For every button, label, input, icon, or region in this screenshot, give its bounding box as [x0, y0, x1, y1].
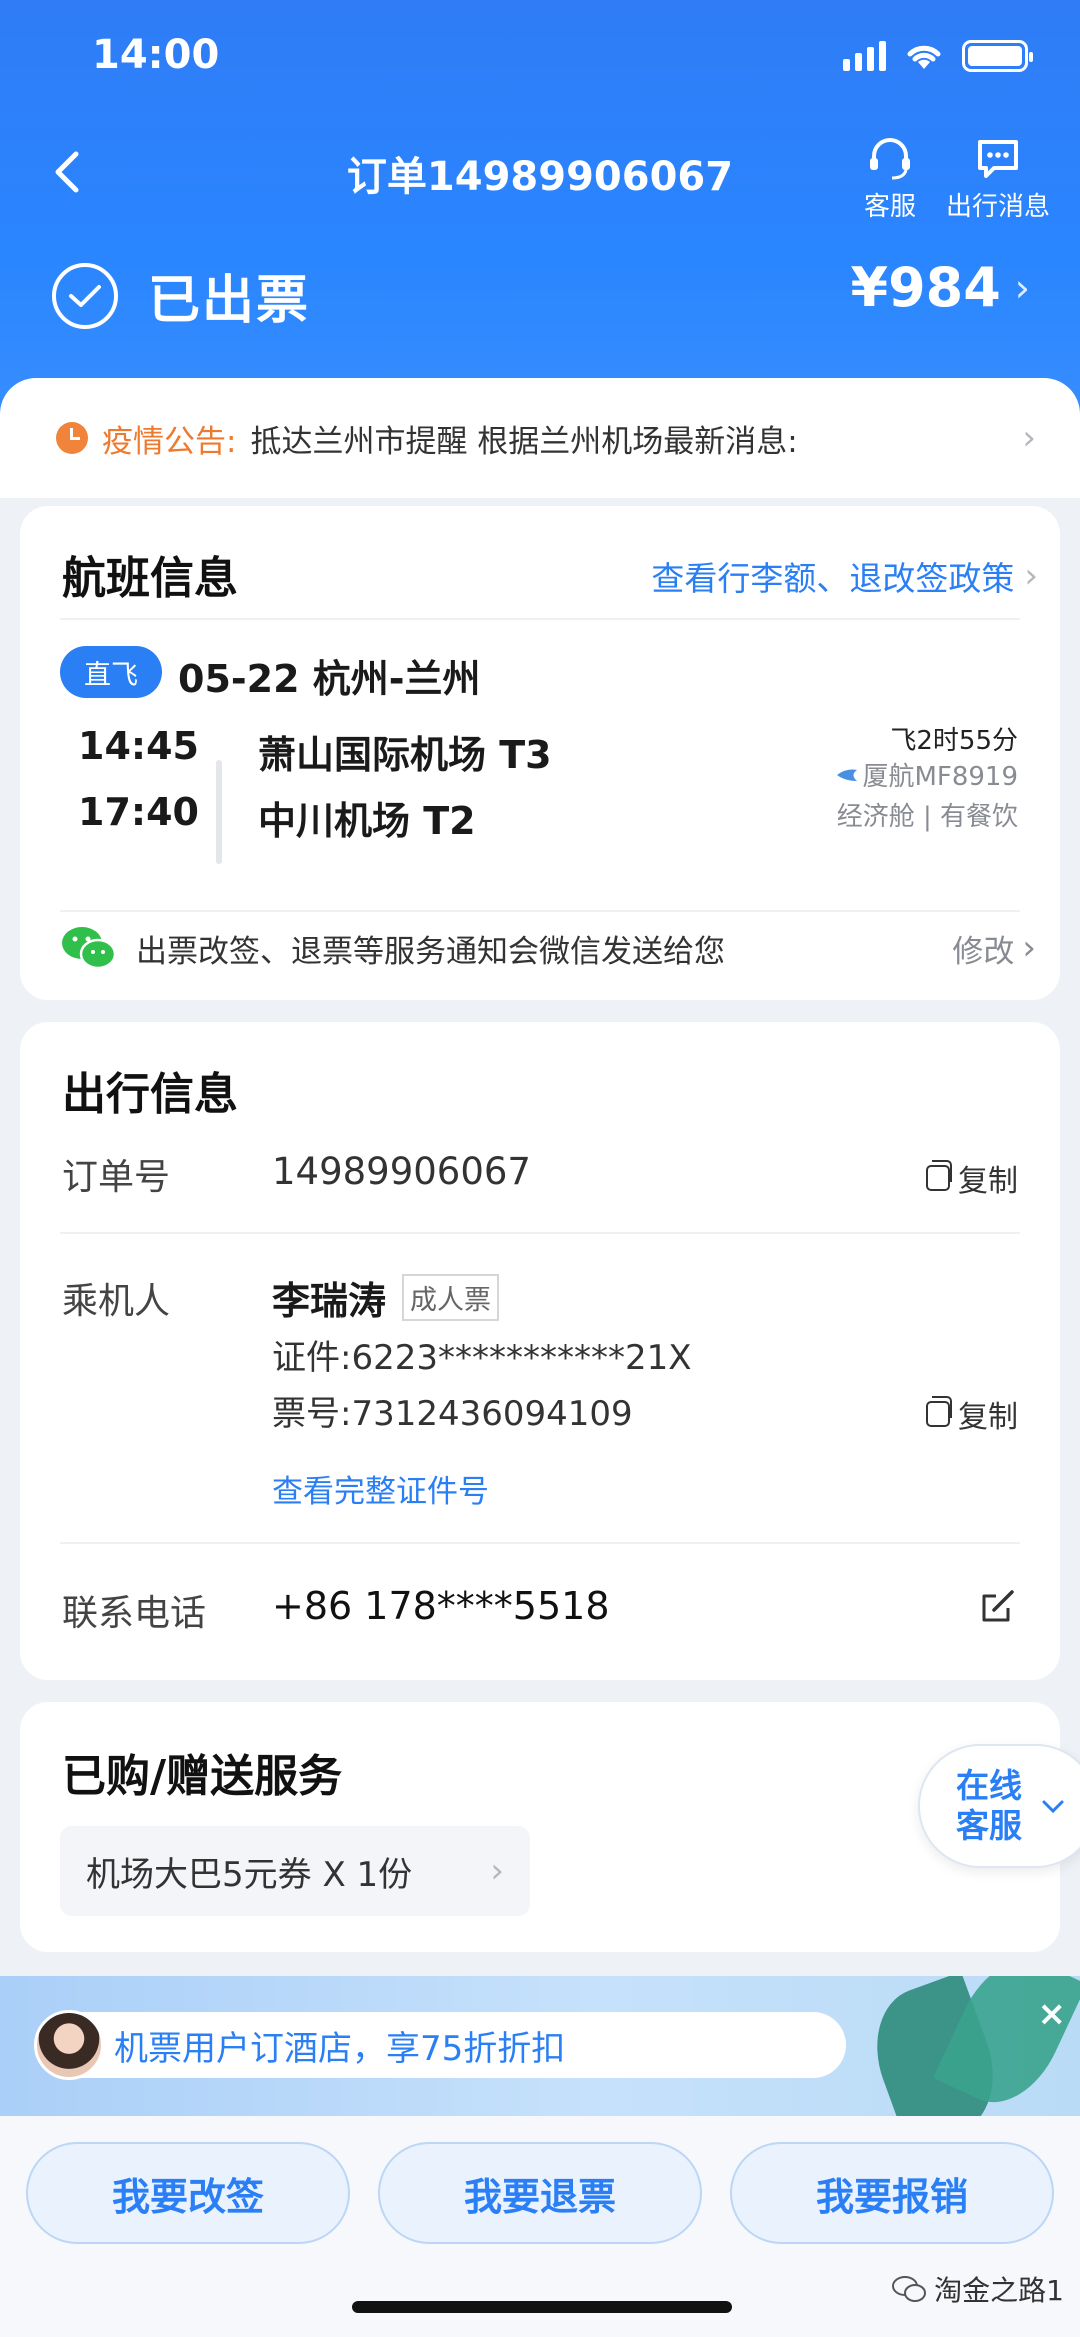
copy-ticket-number-button[interactable]: 复制	[926, 1392, 1018, 1436]
chevron-right-icon: ›	[1022, 418, 1036, 458]
direct-flight-badge: 直飞	[60, 646, 162, 698]
flight-info-title: 航班信息	[62, 553, 238, 604]
hotel-promo-banner[interactable]: 机票用户订酒店，享75折折扣 ×	[0, 1976, 1080, 2116]
order-number-value: 14989906067	[272, 1150, 531, 1193]
depart-time: 14:45	[78, 724, 199, 768]
airline-logo-icon	[837, 769, 858, 781]
bus-coupon-label: 机场大巴5元券 X 1份	[86, 1854, 413, 1895]
arrive-time: 17:40	[78, 790, 199, 834]
epidemic-notice[interactable]: 疫情公告: 抵达兰州市提醒 根据兰州机场最新消息: ›	[0, 378, 1080, 498]
online-service-button[interactable]: 在线客服	[918, 1744, 1080, 1868]
services-title: 已购/赠送服务	[62, 1751, 343, 1802]
travel-messages-button[interactable]: 出行消息	[946, 132, 1050, 223]
contact-phone-value: +86 178****5518	[272, 1584, 610, 1628]
watermark-text: 淘金之路1	[934, 2274, 1064, 2307]
online-service-label: 在线客服	[956, 1766, 1022, 1845]
copy-icon	[926, 1396, 952, 1427]
notice-text: 抵达兰州市提醒 根据兰州机场最新消息:	[250, 423, 798, 460]
customer-service-button[interactable]: 客服	[864, 132, 916, 223]
order-number-label: 订单号	[62, 1157, 171, 1198]
wifi-icon	[907, 45, 941, 69]
close-icon[interactable]: ×	[1038, 1994, 1067, 2034]
copy-order-number-button[interactable]: 复制	[926, 1156, 1018, 1200]
notice-label: 疫情公告:	[102, 423, 237, 460]
clock-icon	[56, 422, 88, 454]
message-icon	[977, 140, 1018, 178]
chevron-down-icon	[1042, 1800, 1064, 1814]
wechat-icon	[62, 927, 116, 970]
watermark: 淘金之路1	[892, 2269, 1064, 2309]
travel-messages-label: 出行消息	[945, 192, 1050, 222]
depart-airport: 萧山国际机场 T3	[258, 733, 552, 777]
cellular-signal-icon	[843, 41, 886, 71]
route-line	[216, 760, 222, 864]
price-detail-button[interactable]: ¥984 ›	[851, 256, 1031, 319]
divider	[60, 1542, 1020, 1544]
contact-phone-label: 联系电话	[62, 1593, 207, 1634]
copy-label: 复制	[958, 1400, 1018, 1435]
passenger-name: 李瑞涛	[272, 1279, 387, 1323]
divider	[60, 618, 1020, 620]
flight-number: 厦航MF8919	[862, 762, 1018, 792]
passenger-name-row: 李瑞涛 成人票	[272, 1270, 500, 1325]
battery-icon	[962, 40, 1033, 72]
customer-service-label: 客服	[863, 192, 916, 222]
trip-info-title: 出行信息	[62, 1069, 238, 1120]
ticket-type-badge: 成人票	[402, 1274, 500, 1321]
copy-icon	[926, 1160, 952, 1191]
cabin-info: 经济舱 | 有餐饮	[836, 802, 1018, 832]
copy-label: 复制	[958, 1164, 1018, 1199]
services-card: 已购/赠送服务 机场大巴5元券 X 1份 ›	[20, 1702, 1060, 1952]
chevron-right-icon: ›	[1014, 265, 1030, 310]
flight-duration: 飞2时55分	[890, 726, 1018, 756]
wechat-notice-row: 出票改签、退票等服务通知会微信发送给您 修改 ›	[60, 924, 1036, 972]
status-icons	[843, 40, 1033, 72]
passenger-label: 乘机人	[62, 1281, 171, 1322]
headset-icon	[869, 138, 910, 180]
order-price: ¥984	[850, 256, 1001, 319]
modify-label: 修改	[952, 933, 1015, 970]
wechat-icon	[892, 2276, 927, 2302]
hotel-promo-text: 机票用户订酒店，享75折折扣	[114, 2028, 566, 2069]
avatar	[34, 2010, 104, 2080]
status-time: 14:00	[92, 32, 220, 78]
arrive-airport: 中川机场 T2	[258, 799, 476, 843]
flight-route: 05-22 杭州-兰州	[178, 657, 481, 701]
change-ticket-button[interactable]: 我要改签	[26, 2142, 350, 2244]
bus-coupon-item[interactable]: 机场大巴5元券 X 1份 ›	[60, 1826, 530, 1916]
view-full-id-link[interactable]: 查看完整证件号	[272, 1466, 489, 1511]
status-bar: 14:00	[0, 0, 1080, 120]
reimburse-button[interactable]: 我要报销	[730, 2142, 1054, 2244]
chevron-right-icon: ›	[490, 1851, 504, 1891]
nav-bar: 订单14989906067 客服 出行消息	[0, 120, 1080, 230]
chevron-right-icon: ›	[1022, 928, 1036, 968]
divider	[60, 1232, 1020, 1234]
id-number: 证件:6223***********21X	[272, 1338, 692, 1378]
bottom-action-bar: 我要改签 我要退票 我要报销 淘金之路1	[0, 2116, 1080, 2337]
airline-info: 厦航MF8919	[836, 756, 1018, 793]
hotel-promo-pill: 机票用户订酒店，享75折折扣	[34, 2010, 846, 2080]
check-icon	[52, 262, 118, 329]
modify-button[interactable]: 修改 ›	[952, 926, 1036, 971]
baggage-policy-link[interactable]: 查看行李额、退改签政策 ›	[651, 552, 1038, 600]
wechat-notice-text: 出票改签、退票等服务通知会微信发送给您	[136, 933, 725, 970]
ticket-status: 已出票	[52, 258, 310, 333]
trip-info-card: 出行信息 订单号 14989906067 复制 乘机人 李瑞涛 成人票 证件:6…	[20, 1022, 1060, 1680]
baggage-policy-label: 查看行李额、退改签政策	[651, 559, 1015, 598]
flight-info-card: 航班信息 查看行李额、退改签政策 › 直飞 05-22 杭州-兰州 14:45 …	[20, 506, 1060, 1000]
ticket-number: 票号:7312436094109	[272, 1394, 633, 1434]
edit-phone-icon[interactable]	[978, 1586, 1018, 1626]
divider	[60, 910, 1020, 912]
ticket-status-text: 已出票	[148, 271, 311, 331]
chevron-right-icon: ›	[1024, 556, 1038, 596]
home-indicator[interactable]	[352, 2301, 732, 2313]
refund-ticket-button[interactable]: 我要退票	[378, 2142, 702, 2244]
